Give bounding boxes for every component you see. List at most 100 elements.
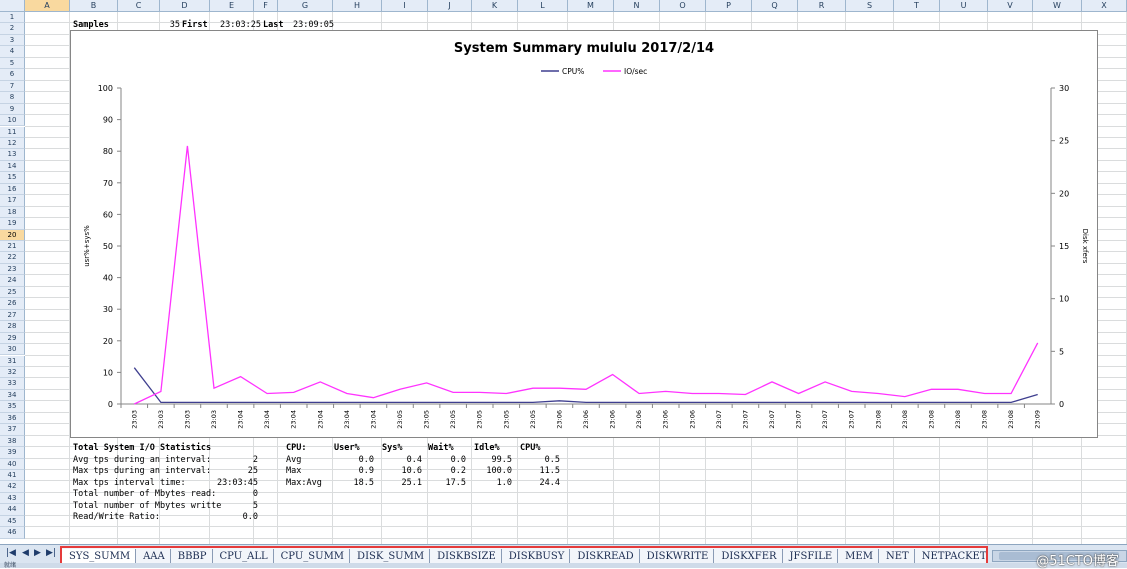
- samples-label: Samples: [73, 20, 109, 30]
- row-header-39[interactable]: 39: [0, 447, 25, 459]
- row-header-18[interactable]: 18: [0, 206, 25, 219]
- row-header-8[interactable]: 8: [0, 92, 25, 104]
- row-header-29[interactable]: 29: [0, 332, 25, 345]
- column-header-o[interactable]: O: [660, 0, 706, 12]
- row-header-35[interactable]: 35: [0, 401, 25, 413]
- column-header-b[interactable]: B: [70, 0, 118, 12]
- cpu-stats-value: 100.0: [486, 466, 512, 477]
- column-header-d[interactable]: D: [160, 0, 210, 12]
- row-header-43[interactable]: 43: [0, 492, 25, 505]
- row-header-25[interactable]: 25: [0, 286, 25, 299]
- column-header-t[interactable]: T: [894, 0, 940, 12]
- left-axis-tick-label: 30: [103, 305, 113, 314]
- column-header-w[interactable]: W: [1033, 0, 1082, 12]
- series-line-cpu-: [133, 367, 1038, 404]
- row-header-13[interactable]: 13: [0, 149, 25, 161]
- column-header-c[interactable]: C: [118, 0, 160, 12]
- row-header-36[interactable]: 36: [0, 412, 25, 425]
- column-header-r[interactable]: R: [798, 0, 846, 12]
- right-axis-tick-label: 10: [1059, 295, 1069, 304]
- cpu-stats-value: 0.0: [450, 455, 466, 465]
- x-axis-tick-label: 23:07: [848, 410, 856, 429]
- cpu-stats-header: CPU%: [520, 443, 541, 453]
- x-axis-tick-label: 23:06: [555, 410, 563, 429]
- x-axis-tick-label: 23:07: [821, 410, 829, 429]
- io-stat-value: 2: [252, 455, 258, 465]
- row-header-16[interactable]: 16: [0, 183, 25, 196]
- row-header-10[interactable]: 10: [0, 115, 25, 127]
- row-header-1[interactable]: 1: [0, 12, 25, 24]
- last-sheet-button[interactable]: ▶|: [46, 548, 56, 558]
- column-header-v[interactable]: V: [988, 0, 1033, 12]
- row-header-6[interactable]: 6: [0, 69, 25, 81]
- prev-sheet-button[interactable]: ◀: [22, 548, 29, 558]
- row-header-21[interactable]: 21: [0, 241, 25, 253]
- column-header-m[interactable]: M: [568, 0, 614, 12]
- row-header-22[interactable]: 22: [0, 252, 25, 264]
- row-header-12[interactable]: 12: [0, 137, 25, 150]
- column-header-l[interactable]: L: [518, 0, 568, 12]
- left-axis-tick-label: 80: [103, 147, 113, 156]
- row-header-24[interactable]: 24: [0, 275, 25, 287]
- x-axis-tick-label: 23:03: [210, 410, 218, 429]
- row-header-38[interactable]: 38: [0, 435, 25, 448]
- column-header-j[interactable]: J: [428, 0, 472, 12]
- column-header-e[interactable]: E: [210, 0, 254, 12]
- column-header-k[interactable]: K: [472, 0, 518, 12]
- row-header-32[interactable]: 32: [0, 366, 25, 379]
- column-header-x[interactable]: X: [1082, 0, 1127, 12]
- column-header-u[interactable]: U: [940, 0, 988, 12]
- row-header-42[interactable]: 42: [0, 481, 25, 493]
- x-axis-tick-label: 23:05: [476, 410, 484, 429]
- row-header-33[interactable]: 33: [0, 378, 25, 390]
- x-axis-tick-label: 23:08: [1007, 410, 1015, 429]
- row-header-46[interactable]: 46: [0, 527, 25, 539]
- row-header-14[interactable]: 14: [0, 160, 25, 173]
- row-header-44[interactable]: 44: [0, 504, 25, 516]
- row-header-2[interactable]: 2: [0, 23, 25, 35]
- row-header-34[interactable]: 34: [0, 389, 25, 402]
- row-header-7[interactable]: 7: [0, 80, 25, 93]
- row-header-19[interactable]: 19: [0, 218, 25, 230]
- row-header-30[interactable]: 30: [0, 344, 25, 356]
- row-header-4[interactable]: 4: [0, 46, 25, 58]
- row-header-9[interactable]: 9: [0, 103, 25, 116]
- grid-hline: [25, 480, 1127, 482]
- spreadsheet-grid[interactable]: ABCDEFGHIJKLMNOPQRSTUVWX 1 2 3 4 5 6 7 8 9 10 11 12…: [0, 0, 1127, 544]
- select-all-corner[interactable]: [0, 0, 25, 12]
- system-summary-chart[interactable]: System Summary mululu 2017/2/14 CPU% IO/se…: [70, 30, 1098, 438]
- x-axis-tick-label: 23:04: [237, 410, 245, 429]
- row-header-27[interactable]: 27: [0, 309, 25, 322]
- row-header-11[interactable]: 11: [0, 126, 25, 138]
- cpu-stats-value: 0.0: [358, 455, 374, 465]
- row-header-15[interactable]: 15: [0, 172, 25, 184]
- row-header-17[interactable]: 17: [0, 195, 25, 207]
- x-axis-tick-label: 23:08: [981, 410, 989, 429]
- row-header-5[interactable]: 5: [0, 57, 25, 70]
- row-header-40[interactable]: 40: [0, 458, 25, 470]
- row-header-26[interactable]: 26: [0, 298, 25, 310]
- samples-value: 35: [169, 20, 180, 30]
- row-header-31[interactable]: 31: [0, 355, 25, 367]
- x-axis-tick-label: 23:04: [316, 410, 324, 429]
- next-sheet-button[interactable]: ▶: [34, 548, 41, 558]
- row-header-37[interactable]: 37: [0, 424, 25, 436]
- column-header-f[interactable]: F: [254, 0, 278, 12]
- column-header-a[interactable]: A: [25, 0, 70, 12]
- column-header-n[interactable]: N: [614, 0, 660, 12]
- row-header-28[interactable]: 28: [0, 321, 25, 333]
- row-header-23[interactable]: 23: [0, 263, 25, 276]
- row-header-41[interactable]: 41: [0, 470, 25, 482]
- column-header-g[interactable]: G: [278, 0, 333, 12]
- first-sheet-button[interactable]: |◀: [6, 548, 16, 558]
- row-header-3[interactable]: 3: [0, 34, 25, 47]
- column-header-p[interactable]: P: [706, 0, 752, 12]
- column-header-s[interactable]: S: [846, 0, 894, 12]
- column-header-q[interactable]: Q: [752, 0, 798, 12]
- cpu-stats-value: 24.4: [539, 477, 560, 488]
- row-header-45[interactable]: 45: [0, 515, 25, 528]
- row-header-20[interactable]: 20: [0, 229, 25, 241]
- column-header-h[interactable]: H: [333, 0, 382, 12]
- io-stat-value: 0: [252, 489, 258, 500]
- column-header-i[interactable]: I: [382, 0, 428, 12]
